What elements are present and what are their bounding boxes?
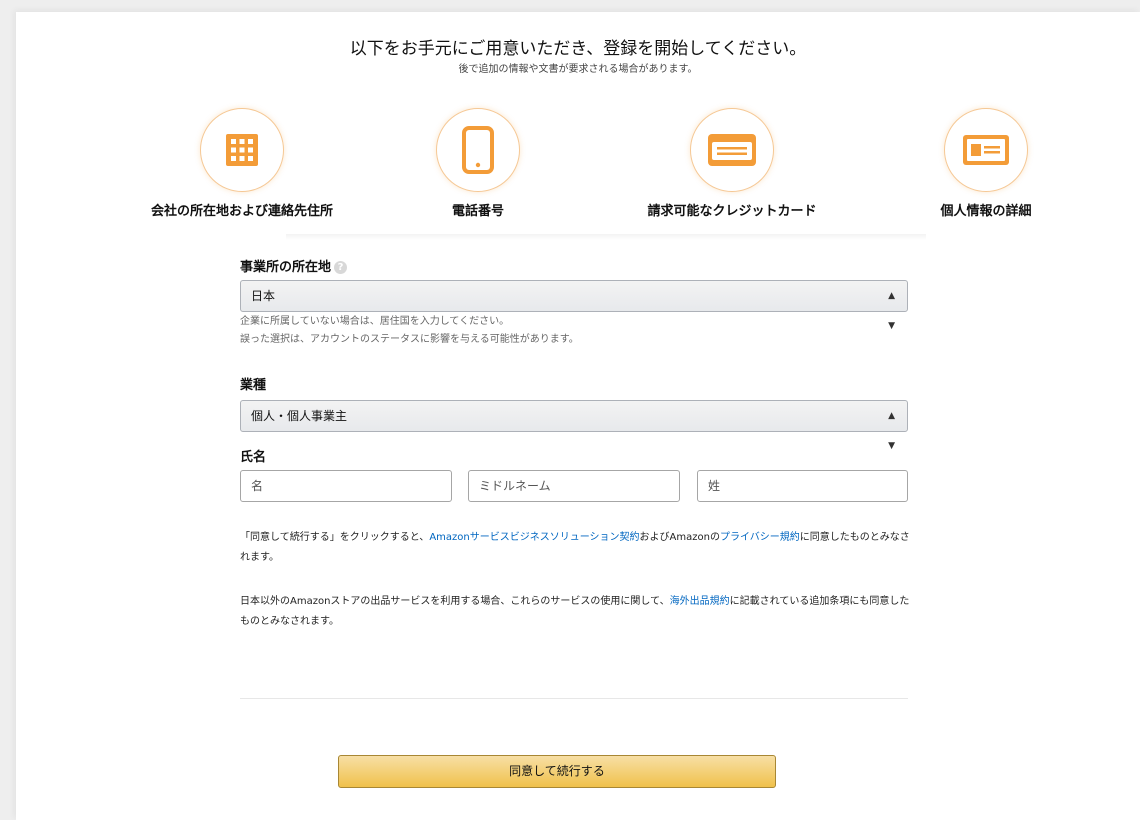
location-label: 事業所の所在地? bbox=[240, 256, 348, 275]
requirement-personal-info: 個人情報の詳細 bbox=[886, 108, 1086, 219]
help-icon[interactable]: ? bbox=[334, 261, 348, 274]
page-subtitle: 後で追加の情報や文書が要求される場合があります。 bbox=[458, 64, 698, 75]
requirement-address: 会社の所在地および連絡先住所 bbox=[142, 108, 342, 219]
hint-line: 誤った選択は、アカウントのステータスに影響を与える可能性があります。 bbox=[240, 334, 579, 345]
footer-divider bbox=[240, 698, 908, 699]
requirement-label: 個人情報の詳細 bbox=[940, 204, 1032, 219]
last-name-input[interactable]: 姓 bbox=[697, 470, 908, 502]
hint-line: 企業に所属していない場合は、居住国を入力してください。 bbox=[240, 316, 510, 327]
location-select-value: 日本 bbox=[251, 289, 276, 303]
agreement-text-part: およびAmazonの bbox=[639, 532, 720, 543]
business-type-select-value: 個人・個人事業主 bbox=[251, 409, 348, 423]
location-label-text: 事業所の所在地 bbox=[240, 260, 332, 275]
business-type-select[interactable]: 個人・個人事業主 ▲ ▼ bbox=[240, 400, 908, 451]
agreement-text-part: 「同意して続行する」をクリックすると、 bbox=[240, 532, 430, 543]
privacy-policy-link[interactable]: プライバシー規約 bbox=[720, 532, 800, 543]
name-label: 氏名 bbox=[240, 450, 267, 465]
requirement-label: 電話番号 bbox=[451, 204, 504, 219]
requirement-label: 請求可能なクレジットカード bbox=[647, 204, 817, 219]
first-name-input[interactable]: 名 bbox=[240, 470, 452, 502]
requirement-label: 会社の所在地および連絡先住所 bbox=[150, 204, 333, 219]
location-select[interactable]: 日本 ▲ ▼ bbox=[240, 280, 908, 331]
smartphone-icon bbox=[436, 108, 520, 192]
select-arrow-icon: ▲ ▼ bbox=[888, 411, 895, 451]
middle-name-input[interactable]: ミドルネーム bbox=[468, 470, 680, 502]
section-divider bbox=[286, 234, 926, 240]
building-icon bbox=[200, 108, 284, 192]
credit-card-icon bbox=[690, 108, 774, 192]
business-type-label: 業種 bbox=[240, 378, 267, 393]
agreement-text: 「同意して続行する」をクリックすると、Amazonサービスビジネスソリューション… bbox=[240, 528, 910, 568]
international-selling-terms-link[interactable]: 海外出品規約 bbox=[670, 596, 730, 607]
agree-continue-button[interactable]: 同意して続行する bbox=[338, 755, 776, 788]
page-title: 以下をお手元にご用意いただき、登録を開始してください。 bbox=[349, 39, 807, 59]
international-terms-text: 日本以外のAmazonストアの出品サービスを利用する場合、これらのサービスの使用… bbox=[240, 592, 910, 632]
select-arrow-icon: ▲ ▼ bbox=[888, 291, 895, 331]
requirement-credit-card: 請求可能なクレジットカード bbox=[632, 108, 832, 219]
location-hint: 企業に所属していない場合は、居住国を入力してください。 誤った選択は、アカウント… bbox=[240, 313, 579, 349]
terms-text-part: 日本以外のAmazonストアの出品サービスを利用する場合、これらのサービスの使用… bbox=[240, 596, 670, 607]
requirement-phone: 電話番号 bbox=[378, 108, 578, 219]
page-container: 以下をお手元にご用意いただき、登録を開始してください。 後で追加の情報や文書が要… bbox=[16, 12, 1140, 820]
id-card-icon bbox=[944, 108, 1028, 192]
business-solutions-agreement-link[interactable]: Amazonサービスビジネスソリューション契約 bbox=[429, 532, 639, 543]
